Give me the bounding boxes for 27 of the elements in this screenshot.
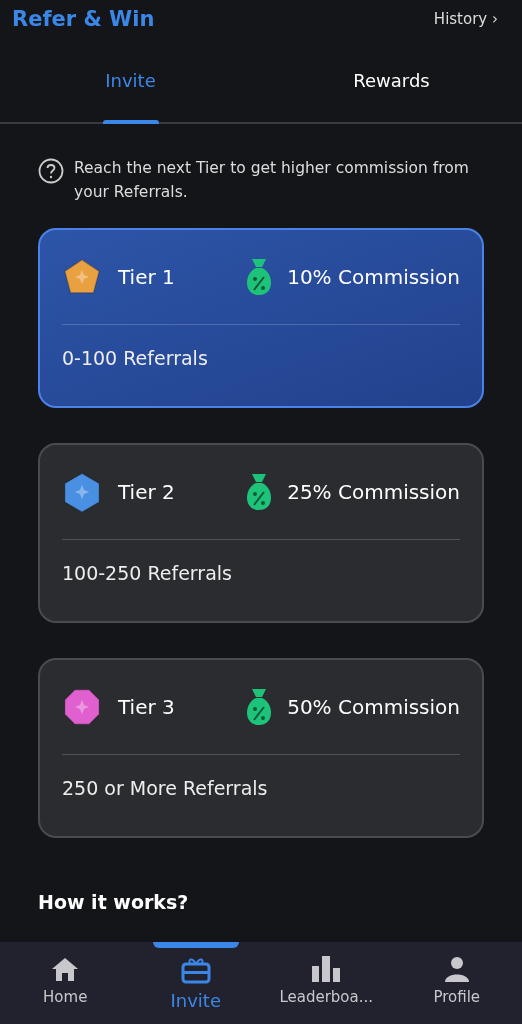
nav-item[interactable]: Profile bbox=[391, 942, 522, 1024]
nav-item[interactable]: Home bbox=[0, 942, 131, 1024]
person-icon bbox=[443, 956, 470, 982]
nav-item[interactable]: Invite bbox=[130, 942, 261, 1024]
referral-range: 0-100 Referrals bbox=[62, 346, 209, 369]
gift-icon bbox=[179, 956, 212, 984]
home-icon bbox=[51, 956, 80, 982]
section-title: How it works? bbox=[37, 890, 190, 915]
tab[interactable]: Invite bbox=[0, 38, 261, 122]
referral-range: 100-250 Referrals bbox=[62, 561, 233, 584]
tier-name: Tier 1 bbox=[118, 265, 175, 289]
commission-text: 10% Commission bbox=[287, 265, 460, 289]
page-title: Refer & Win bbox=[12, 7, 155, 31]
commission-text: 25% Commission bbox=[287, 480, 460, 504]
help-icon[interactable] bbox=[38, 158, 64, 184]
referral-range: 250 or More Referrals bbox=[62, 776, 269, 799]
tab[interactable]: Rewards bbox=[261, 38, 522, 122]
tier-name: Tier 3 bbox=[118, 695, 175, 719]
nav-item[interactable]: Leaderboa... bbox=[261, 942, 392, 1024]
info-text: Reach the next Tier to get higher commission from your Referrals. bbox=[74, 158, 470, 203]
tier-card[interactable]: Tier 2 25% Commission 100-250 Referrals bbox=[38, 443, 484, 623]
bar-chart-icon bbox=[311, 956, 342, 982]
tier-card[interactable]: Tier 3 50% Commission 250 or More Referrals bbox=[38, 658, 484, 838]
tier-card[interactable]: Tier 1 10% Commission 0-100 Referrals bbox=[38, 228, 484, 408]
history-link[interactable]: History › bbox=[433, 10, 498, 28]
tier-name: Tier 2 bbox=[118, 480, 175, 504]
commission-text: 50% Commission bbox=[287, 695, 460, 719]
